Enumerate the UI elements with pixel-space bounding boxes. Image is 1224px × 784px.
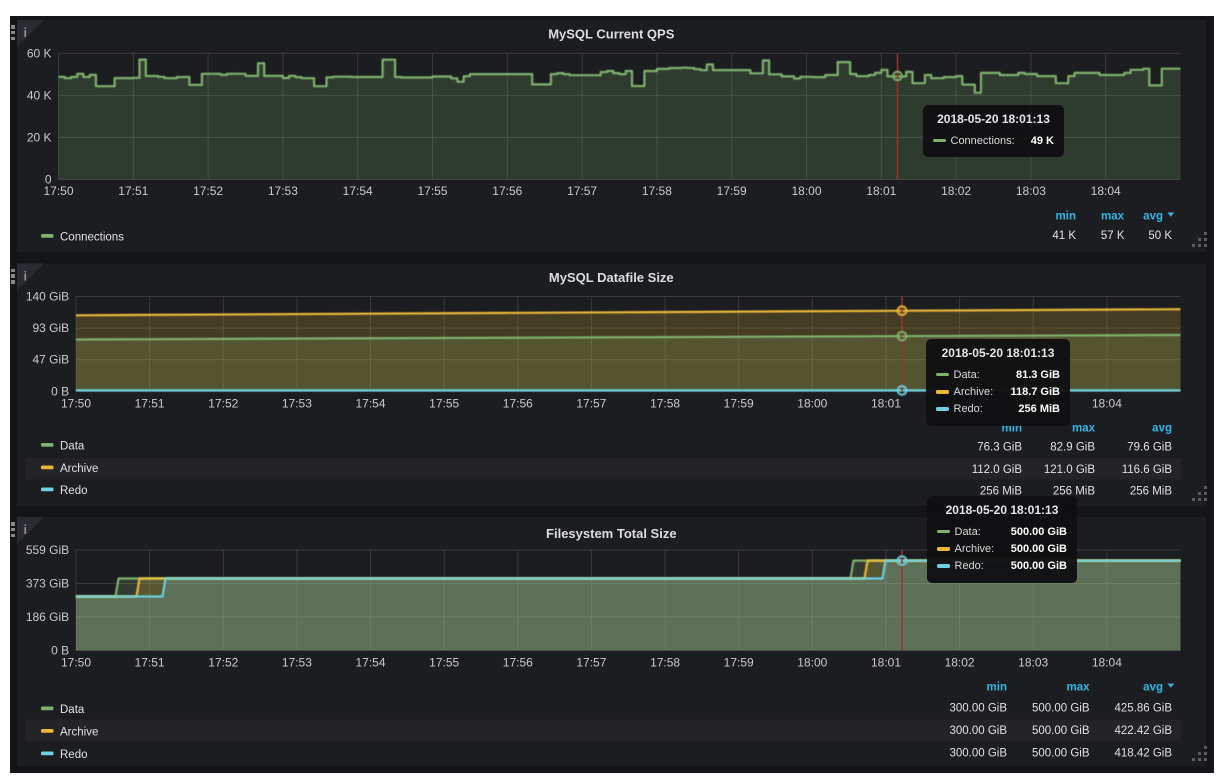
svg-text:max: max (1066, 682, 1090, 694)
svg-text:17:50: 17:50 (43, 184, 73, 198)
svg-text:i: i (24, 26, 27, 40)
svg-text:MySQL Current QPS: MySQL Current QPS (548, 27, 675, 42)
svg-text:40 K: 40 K (27, 88, 52, 102)
svg-text:17:57: 17:57 (567, 184, 597, 198)
svg-text:17:51: 17:51 (118, 184, 148, 198)
svg-text:18:03: 18:03 (1018, 656, 1048, 670)
svg-text:300.00 GiB: 300.00 GiB (949, 725, 1007, 737)
svg-text:18:02: 18:02 (945, 656, 975, 670)
svg-text:121.0 GiB: 121.0 GiB (1044, 464, 1095, 476)
svg-text:418.42 GiB: 418.42 GiB (1114, 748, 1172, 760)
svg-text:17:51: 17:51 (135, 397, 165, 411)
svg-text:avg: avg (1143, 211, 1163, 223)
svg-text:17:55: 17:55 (417, 184, 447, 198)
svg-text:76.3 GiB: 76.3 GiB (977, 442, 1022, 454)
svg-text:Redo: Redo (60, 485, 88, 497)
svg-text:18:04: 18:04 (1092, 397, 1122, 411)
svg-text:500.00 GiB: 500.00 GiB (1032, 725, 1090, 737)
svg-text:425.86 GiB: 425.86 GiB (1114, 703, 1172, 715)
svg-text:17:54: 17:54 (343, 184, 373, 198)
svg-text:17:55: 17:55 (429, 397, 459, 411)
svg-text:18:00: 18:00 (791, 184, 821, 198)
svg-text:300.00 GiB: 300.00 GiB (949, 703, 1007, 715)
svg-text:17:52: 17:52 (193, 184, 223, 198)
svg-text:186 GiB: 186 GiB (26, 610, 69, 624)
svg-text:256 MiB: 256 MiB (1130, 486, 1173, 498)
svg-text:Redo: Redo (60, 749, 88, 761)
svg-text:max: max (1101, 211, 1125, 223)
svg-text:17:56: 17:56 (492, 184, 522, 198)
svg-text:47 GiB: 47 GiB (33, 353, 70, 367)
svg-text:17:57: 17:57 (576, 656, 606, 670)
svg-text:17:59: 17:59 (717, 184, 747, 198)
svg-text:82.9 GiB: 82.9 GiB (1050, 442, 1095, 454)
svg-text:17:55: 17:55 (429, 656, 459, 670)
svg-text:17:58: 17:58 (650, 656, 680, 670)
svg-text:18:03: 18:03 (1016, 184, 1046, 198)
svg-text:avg: avg (1152, 423, 1172, 435)
svg-text:17:53: 17:53 (282, 656, 312, 670)
svg-text:18:00: 18:00 (797, 397, 827, 411)
svg-text:18:00: 18:00 (797, 656, 827, 670)
svg-text:373 GiB: 373 GiB (26, 577, 69, 591)
svg-text:18:01: 18:01 (871, 656, 901, 670)
svg-text:112.0 GiB: 112.0 GiB (972, 464, 1023, 476)
svg-text:93 GiB: 93 GiB (33, 321, 70, 335)
svg-text:17:53: 17:53 (268, 184, 298, 198)
svg-text:500.00 GiB: 500.00 GiB (1032, 748, 1090, 760)
svg-text:Filesystem Total Size: Filesystem Total Size (546, 526, 677, 541)
svg-text:17:58: 17:58 (642, 184, 672, 198)
svg-text:MySQL Datafile Size: MySQL Datafile Size (549, 270, 674, 285)
svg-text:559 GiB: 559 GiB (26, 543, 69, 557)
svg-text:17:50: 17:50 (61, 656, 91, 670)
svg-text:17:52: 17:52 (208, 656, 238, 670)
svg-text:422.42 GiB: 422.42 GiB (1114, 725, 1172, 737)
svg-text:avg: avg (1143, 682, 1163, 694)
svg-text:57 K: 57 K (1101, 230, 1125, 242)
svg-text:60 K: 60 K (27, 46, 52, 60)
svg-text:17:50: 17:50 (61, 397, 91, 411)
svg-text:18:04: 18:04 (1092, 656, 1122, 670)
svg-text:min: min (987, 682, 1007, 694)
svg-text:17:51: 17:51 (135, 656, 165, 670)
svg-text:Data: Data (60, 441, 85, 453)
svg-text:17:54: 17:54 (355, 397, 385, 411)
svg-text:max: max (1072, 423, 1096, 435)
svg-text:Connections: Connections (60, 232, 124, 244)
svg-text:50 K: 50 K (1148, 230, 1172, 242)
svg-text:20 K: 20 K (27, 130, 52, 144)
svg-text:Data: Data (60, 704, 85, 716)
svg-text:min: min (1056, 211, 1076, 223)
svg-text:17:59: 17:59 (724, 656, 754, 670)
svg-text:18:01: 18:01 (866, 184, 896, 198)
svg-text:18:01: 18:01 (871, 397, 901, 411)
svg-text:17:54: 17:54 (355, 656, 385, 670)
svg-text:116.6 GiB: 116.6 GiB (1122, 464, 1173, 476)
svg-text:17:58: 17:58 (650, 397, 680, 411)
svg-text:i: i (24, 270, 27, 284)
svg-text:i: i (24, 523, 27, 537)
svg-text:17:53: 17:53 (282, 397, 312, 411)
svg-text:500.00 GiB: 500.00 GiB (1032, 703, 1090, 715)
svg-text:41 K: 41 K (1052, 230, 1076, 242)
svg-text:17:56: 17:56 (503, 397, 533, 411)
svg-text:300.00 GiB: 300.00 GiB (949, 748, 1007, 760)
svg-text:Archive: Archive (60, 463, 98, 475)
svg-text:17:56: 17:56 (503, 656, 533, 670)
svg-text:79.6 GiB: 79.6 GiB (1127, 442, 1172, 454)
svg-text:17:52: 17:52 (208, 397, 238, 411)
svg-text:140 GiB: 140 GiB (26, 290, 69, 304)
svg-text:18:02: 18:02 (941, 184, 971, 198)
svg-text:17:59: 17:59 (724, 397, 754, 411)
svg-text:Archive: Archive (60, 727, 98, 739)
svg-text:18:04: 18:04 (1091, 184, 1121, 198)
svg-text:17:57: 17:57 (576, 397, 606, 411)
